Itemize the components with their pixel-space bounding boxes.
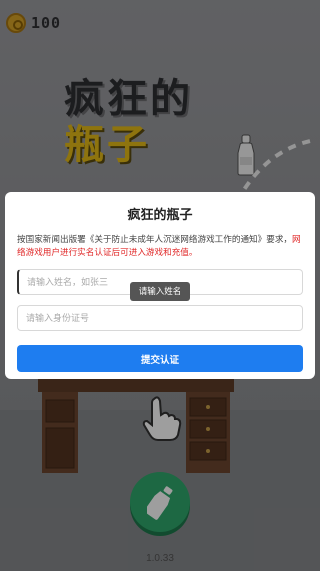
policy-notice: 按国家新闻出版署《关于防止未成年人沉迷网络游戏工作的通知》要求，网络游戏用户进行… [17, 233, 303, 259]
toast-message: 请输入姓名 [130, 282, 190, 301]
submit-auth-button[interactable]: 提交认证 [17, 345, 303, 372]
id-number-input[interactable] [17, 305, 303, 331]
dialog-title: 疯狂的瓶子 [127, 207, 193, 222]
notice-text: 按国家新闻出版署《关于防止未成年人沉迷网络游戏工作的通知》要求， [17, 234, 293, 244]
